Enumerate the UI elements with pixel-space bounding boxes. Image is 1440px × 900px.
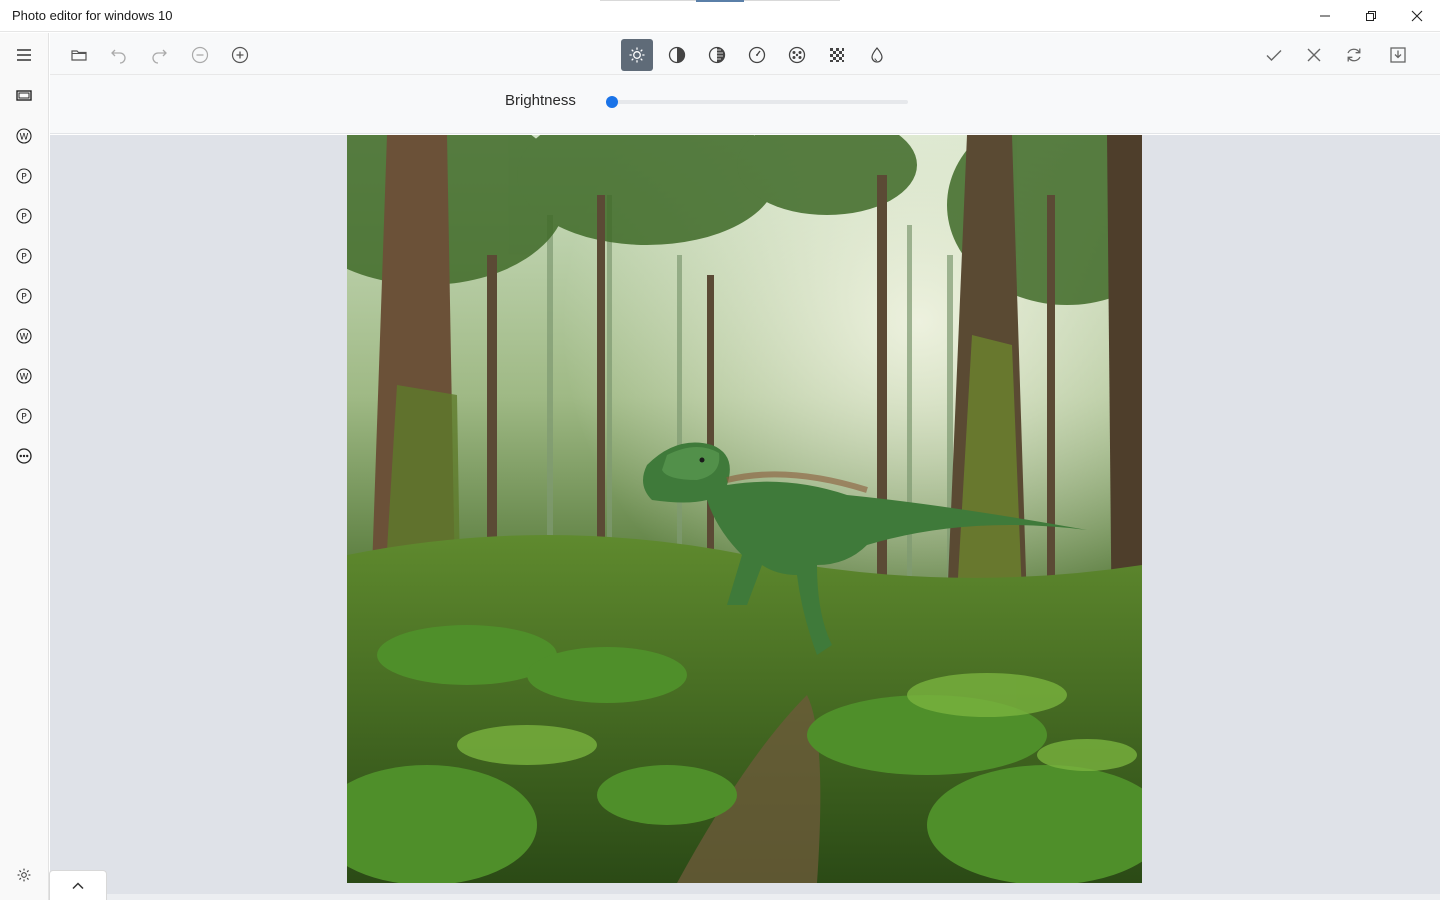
- chevron-up-icon: [72, 881, 84, 889]
- brightness-icon[interactable]: [621, 39, 653, 71]
- svg-text:P: P: [21, 413, 27, 423]
- brightness-slider-thumb[interactable]: [606, 96, 618, 108]
- save-icon[interactable]: [1382, 39, 1414, 71]
- zoom-in-icon[interactable]: [224, 39, 256, 71]
- contrast-icon[interactable]: [661, 39, 693, 71]
- more-circle-icon[interactable]: [12, 444, 36, 468]
- redo-icon[interactable]: [143, 39, 175, 71]
- vignette-icon[interactable]: [781, 39, 813, 71]
- w-circle-icon[interactable]: W: [12, 124, 36, 148]
- menu-icon[interactable]: [12, 43, 36, 67]
- pixelate-icon[interactable]: [821, 39, 853, 71]
- cancel-x-icon[interactable]: [1298, 39, 1330, 71]
- apply-check-icon[interactable]: [1258, 39, 1290, 71]
- p-circle-icon[interactable]: P: [12, 284, 36, 308]
- svg-text:W: W: [20, 373, 29, 383]
- restore-button[interactable]: [1348, 0, 1394, 32]
- filmstrip-icon[interactable]: [12, 84, 36, 108]
- hue-icon[interactable]: [861, 39, 893, 71]
- open-folder-icon[interactable]: [63, 39, 95, 71]
- p-circle-icon[interactable]: P: [12, 244, 36, 268]
- svg-text:W: W: [20, 333, 29, 343]
- adjust-label: Brightness: [505, 92, 576, 109]
- p-circle-icon[interactable]: P: [12, 204, 36, 228]
- svg-text:P: P: [21, 253, 27, 263]
- toolbar: [50, 33, 1440, 75]
- saturation-icon[interactable]: [701, 39, 733, 71]
- collapse-panel-button[interactable]: [49, 870, 107, 900]
- exposure-icon[interactable]: [741, 39, 773, 71]
- svg-text:P: P: [21, 293, 27, 303]
- svg-text:P: P: [21, 173, 27, 183]
- zoom-out-icon[interactable]: [184, 39, 216, 71]
- svg-text:P: P: [21, 213, 27, 223]
- gear-icon[interactable]: [15, 866, 33, 884]
- w-circle-icon[interactable]: W: [12, 324, 36, 348]
- title-bar: Photo editor for windows 10: [0, 0, 1440, 32]
- undo-icon[interactable]: [103, 39, 135, 71]
- left-sidebar: W P P P P W W P: [0, 33, 49, 900]
- title-bar-drag-indicator-active: [696, 0, 744, 2]
- close-button[interactable]: [1394, 0, 1440, 32]
- minimize-button[interactable]: [1302, 0, 1348, 32]
- adjust-panel: Brightness: [50, 75, 1440, 134]
- reset-icon[interactable]: [1338, 39, 1370, 71]
- brightness-slider[interactable]: [606, 96, 908, 108]
- window-title: Photo editor for windows 10: [12, 8, 173, 23]
- image-canvas: [50, 135, 1440, 895]
- status-strip: [50, 894, 1440, 900]
- p-circle-icon[interactable]: P: [12, 164, 36, 188]
- svg-text:W: W: [20, 133, 29, 143]
- p-circle-icon[interactable]: P: [12, 404, 36, 428]
- w-circle-icon[interactable]: W: [12, 364, 36, 388]
- photo[interactable]: [347, 135, 1142, 883]
